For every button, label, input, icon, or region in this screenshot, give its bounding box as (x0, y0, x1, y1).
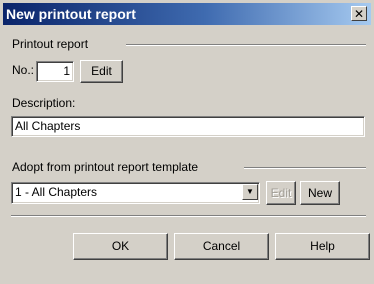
close-button[interactable]: ✕ (351, 6, 367, 21)
close-icon: ✕ (353, 7, 365, 21)
new-template-button[interactable]: New (300, 181, 340, 205)
chevron-down-icon: ▼ (246, 187, 254, 196)
number-label: No.: (12, 63, 35, 77)
edit-number-button[interactable]: Edit (80, 60, 123, 83)
description-input[interactable]: All Chapters (11, 116, 365, 137)
separator-line (11, 215, 366, 217)
new-printout-report-dialog: New printout report ✕ Printout report No… (0, 0, 374, 284)
dropdown-arrow-button[interactable]: ▼ (242, 184, 258, 200)
template-group-legend: Adopt from printout report template (12, 160, 199, 174)
printout-report-legend: Printout report (12, 37, 89, 51)
template-select[interactable]: 1 - All Chapters ▼ (11, 182, 260, 204)
edit-template-button[interactable]: Edit (266, 181, 296, 205)
printout-report-group-line (126, 44, 366, 46)
cancel-button[interactable]: Cancel (174, 233, 269, 260)
ok-button[interactable]: OK (73, 233, 168, 260)
description-label: Description: (12, 96, 76, 110)
title-bar[interactable]: New printout report ✕ (3, 3, 371, 25)
template-group-line (244, 167, 366, 169)
number-input[interactable]: 1 (36, 61, 74, 82)
template-select-value: 1 - All Chapters (15, 185, 98, 199)
window-title: New printout report (6, 6, 136, 22)
help-button[interactable]: Help (275, 233, 370, 260)
